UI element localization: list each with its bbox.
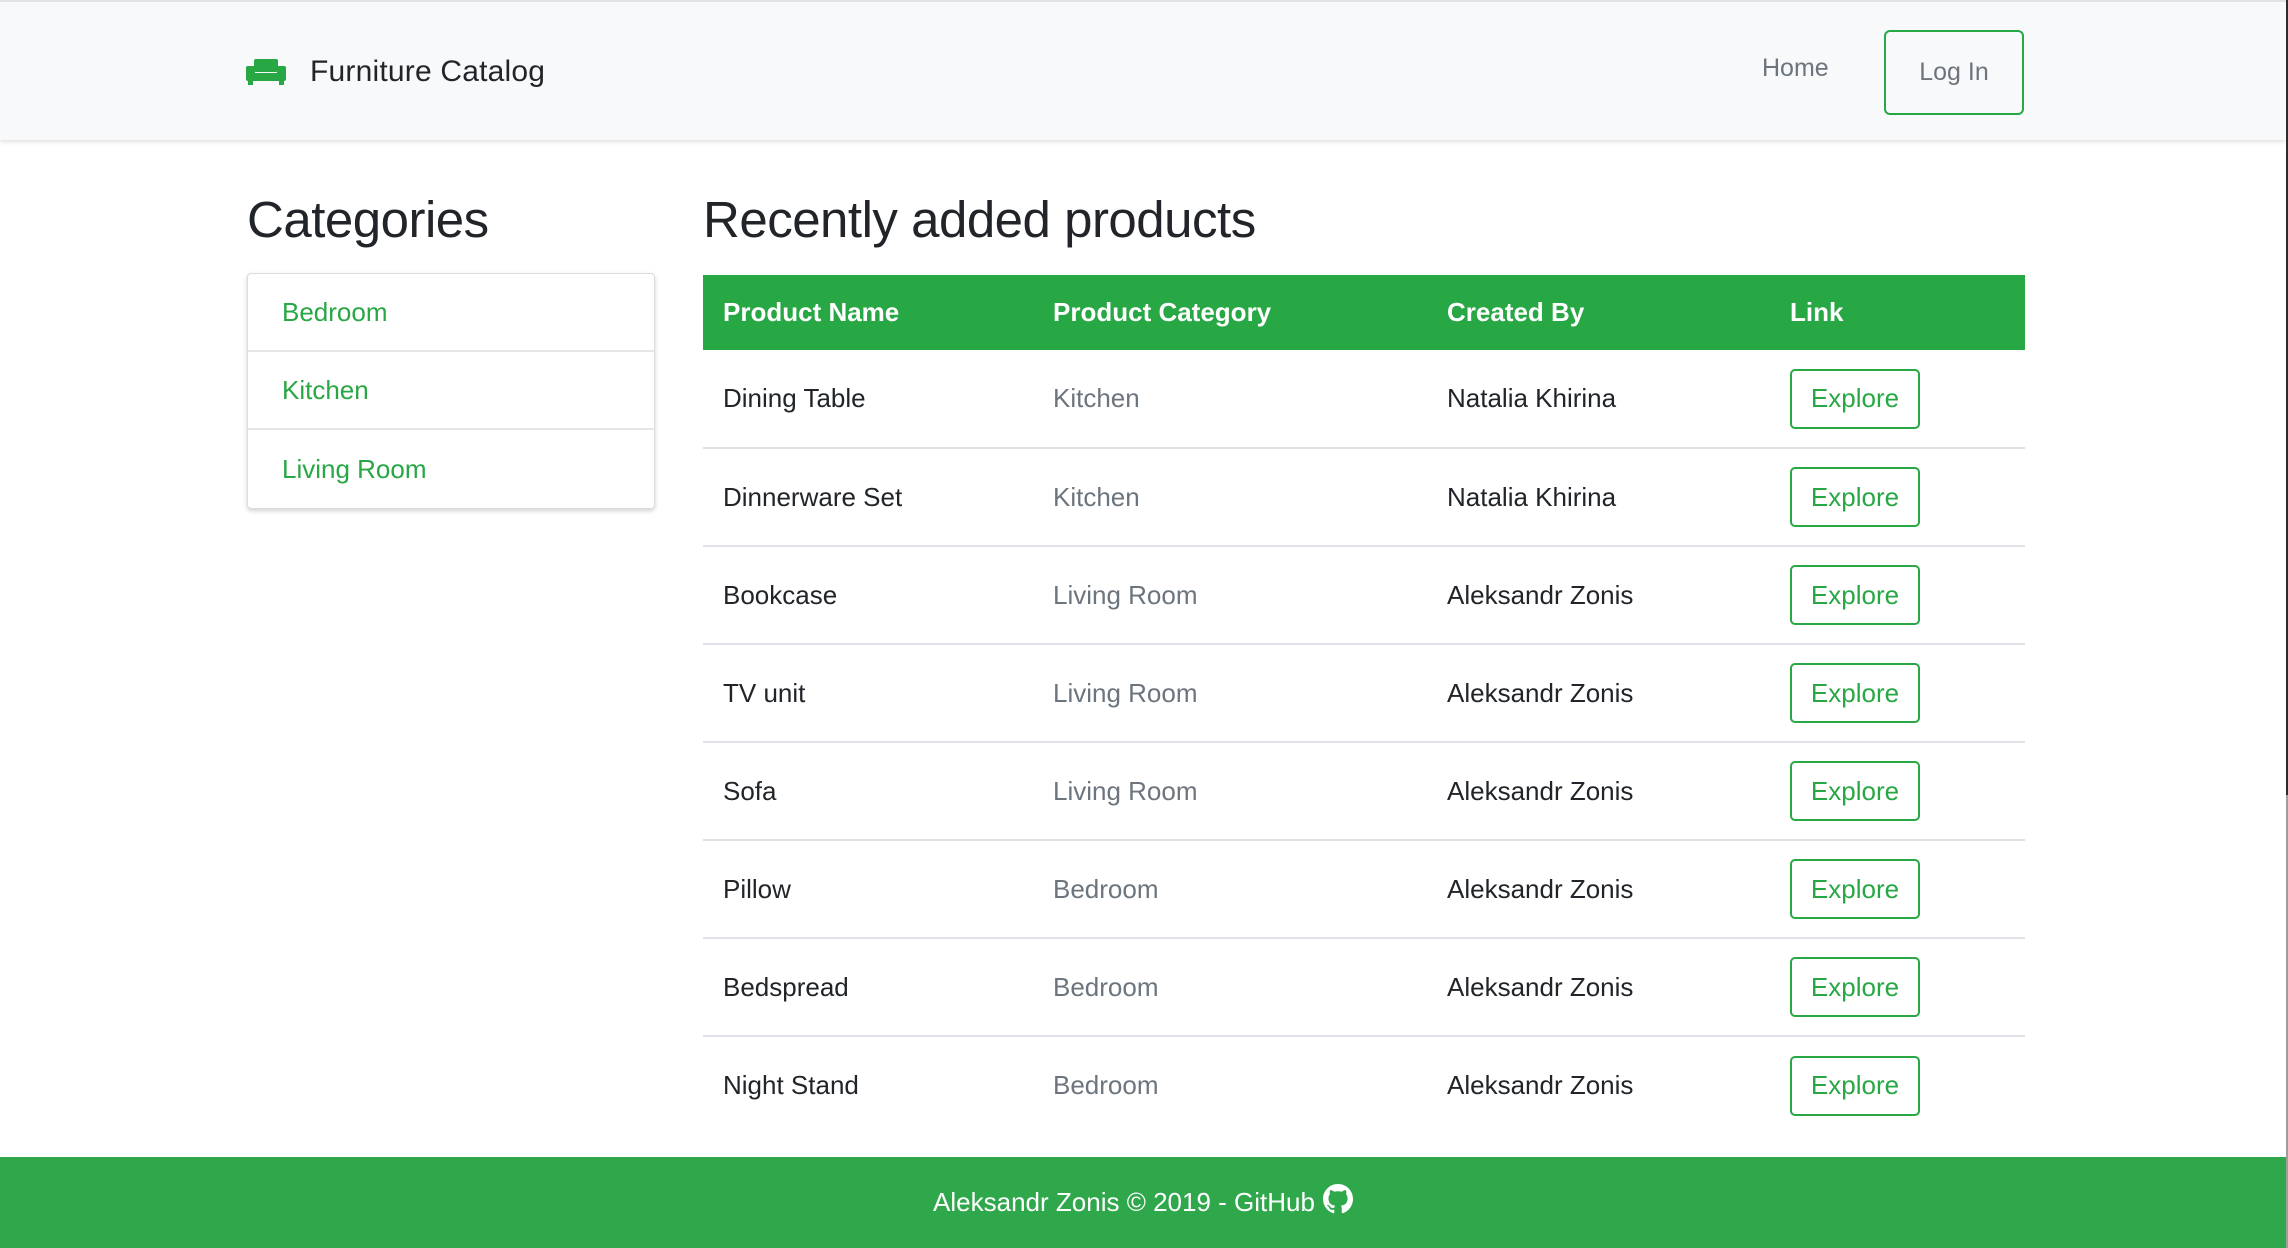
- product-link-cell: Explore: [1770, 447, 2025, 546]
- product-link-cell: Explore: [1770, 350, 2025, 448]
- brand-title: Furniture Catalog: [310, 55, 546, 88]
- table-row: Bedspread Bedroom Aleksandr Zonis Explor…: [703, 937, 2025, 1036]
- explore-button[interactable]: Explore: [1790, 761, 1920, 821]
- explore-button[interactable]: Explore: [1790, 467, 1920, 527]
- product-creator: Aleksandr Zonis: [1427, 1035, 1770, 1134]
- github-icon: [1322, 1184, 1353, 1221]
- explore-button[interactable]: Explore: [1790, 1055, 1920, 1116]
- product-category: Kitchen: [1033, 447, 1427, 546]
- product-link-cell: Explore: [1770, 643, 2025, 742]
- product-name: Night Stand: [703, 1035, 1033, 1134]
- product-creator: Aleksandr Zonis: [1427, 839, 1770, 938]
- product-link-cell: Explore: [1770, 839, 2025, 938]
- table-row: Sofa Living Room Aleksandr Zonis Explore: [703, 741, 2025, 840]
- explore-button[interactable]: Explore: [1790, 663, 1920, 723]
- products-table: Product Name Product Category Created By…: [703, 275, 2025, 1134]
- product-category: Bedroom: [1033, 839, 1427, 938]
- couch-icon: [246, 59, 286, 85]
- explore-button[interactable]: Explore: [1790, 957, 1920, 1017]
- nav-home-link[interactable]: Home: [1762, 54, 1829, 83]
- product-category: Living Room: [1033, 741, 1427, 840]
- column-header-link: Link: [1790, 297, 1844, 327]
- category-item-bedroom[interactable]: Bedroom: [248, 274, 654, 352]
- footer-text: Aleksandr Zonis © 2019 -: [933, 1187, 1235, 1217]
- product-link-cell: Explore: [1770, 937, 2025, 1036]
- category-item-living-room[interactable]: Living Room: [248, 430, 654, 508]
- github-link-label: GitHub: [1234, 1187, 1315, 1217]
- product-category: Kitchen: [1053, 383, 1140, 413]
- column-header-product-name: Product Name: [723, 297, 900, 327]
- product-name: Pillow: [703, 839, 1033, 938]
- product-name: Dining Table: [723, 383, 866, 413]
- product-link-cell: Explore: [1770, 741, 2025, 840]
- product-creator: Aleksandr Zonis: [1427, 643, 1770, 742]
- table-row: Night Stand Bedroom Aleksandr Zonis Expl…: [703, 1035, 2025, 1134]
- product-category: Living Room: [1033, 643, 1427, 742]
- brand-link[interactable]: Furniture Catalog: [246, 46, 545, 98]
- product-creator: Aleksandr Zonis: [1427, 741, 1770, 840]
- login-button[interactable]: Log In: [1884, 30, 2024, 115]
- product-name: Bedspread: [703, 937, 1033, 1036]
- product-name: Sofa: [703, 741, 1033, 840]
- table-row: TV unit Living Room Aleksandr Zonis Expl…: [703, 643, 2025, 742]
- product-creator: Aleksandr Zonis: [1427, 937, 1770, 1036]
- product-category: Bedroom: [1033, 1035, 1427, 1134]
- products-heading: Recently added products: [703, 191, 1256, 248]
- navbar: Furniture Catalog Home Log In: [0, 0, 2286, 140]
- product-category: Living Room: [1033, 545, 1427, 644]
- table-row: Bookcase Living Room Aleksandr Zonis Exp…: [703, 545, 2025, 644]
- product-name: Bookcase: [703, 545, 1033, 644]
- page: Furniture Catalog Home Log In Categories…: [0, 0, 2288, 1248]
- github-link[interactable]: GitHub: [1234, 1184, 1353, 1221]
- category-item-kitchen[interactable]: Kitchen: [248, 352, 654, 430]
- explore-button[interactable]: Explore: [1790, 565, 1920, 625]
- explore-button[interactable]: Explore: [1790, 859, 1920, 919]
- column-header-created-by: Created By: [1447, 297, 1585, 327]
- table-row: Dining Table Kitchen Natalia Khirina Exp…: [703, 350, 2025, 448]
- product-creator: Natalia Khirina: [1447, 383, 1617, 413]
- categories-heading: Categories: [247, 191, 489, 248]
- product-creator: Aleksandr Zonis: [1427, 545, 1770, 644]
- table-row: Pillow Bedroom Aleksandr Zonis Explore: [703, 839, 2025, 938]
- product-name: Dinnerware Set: [703, 447, 1033, 546]
- table-row: Dinnerware Set Kitchen Natalia Khirina E…: [703, 447, 2025, 546]
- column-header-product-category: Product Category: [1053, 297, 1272, 327]
- product-category: Bedroom: [1033, 937, 1427, 1036]
- categories-list: Bedroom Kitchen Living Room: [247, 273, 655, 509]
- product-link-cell: Explore: [1770, 1035, 2025, 1134]
- explore-button[interactable]: Explore: [1790, 368, 1920, 429]
- product-link-cell: Explore: [1770, 545, 2025, 644]
- table-header-row: Product Name Product Category Created By…: [703, 275, 2025, 350]
- product-creator: Natalia Khirina: [1427, 447, 1770, 546]
- footer: Aleksandr Zonis © 2019 - GitHub: [0, 1157, 2286, 1248]
- product-name: TV unit: [703, 643, 1033, 742]
